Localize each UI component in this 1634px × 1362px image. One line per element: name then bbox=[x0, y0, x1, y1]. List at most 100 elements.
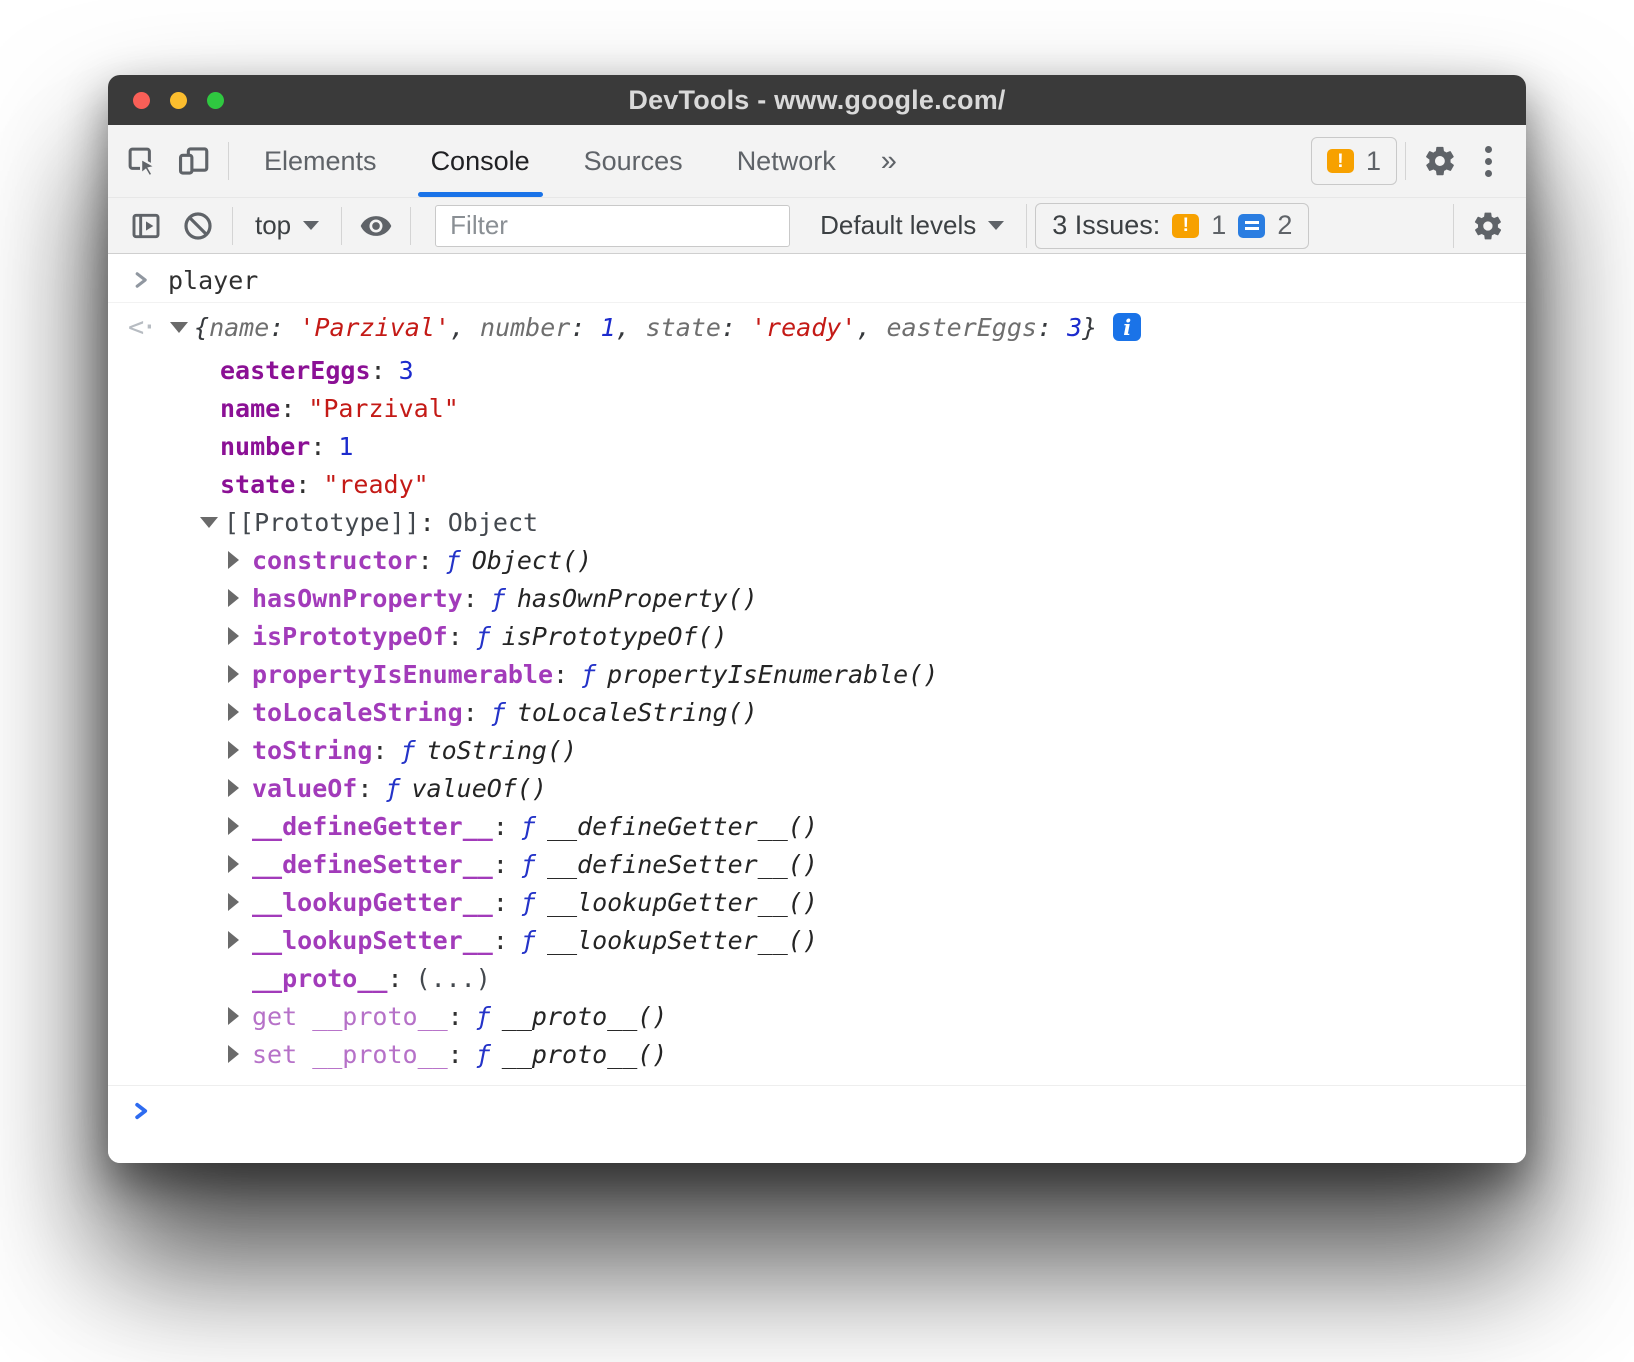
info-count: 2 bbox=[1277, 210, 1292, 241]
tab-sources[interactable]: Sources bbox=[557, 125, 710, 197]
tree-row-constructor[interactable]: constructor:ƒObject() bbox=[108, 541, 1526, 579]
context-selector[interactable]: top bbox=[241, 210, 333, 241]
property-value: hasOwnProperty() bbox=[517, 584, 758, 613]
tree-row-definesetter[interactable]: __defineSetter__:ƒ__defineSetter__() bbox=[108, 845, 1526, 883]
tree-row-get-proto[interactable]: get __proto__:ƒ__proto__() bbox=[108, 997, 1526, 1035]
console-prompt-row[interactable] bbox=[108, 1086, 1526, 1136]
log-levels-selector[interactable]: Default levels bbox=[806, 210, 1018, 241]
property-name: toLocaleString bbox=[252, 698, 463, 727]
colon: : bbox=[493, 926, 508, 955]
console-sidebar-toggle-button[interactable] bbox=[120, 200, 172, 252]
preview-str: 'Parzival' bbox=[299, 313, 450, 342]
warning-bubble-icon: ! bbox=[1172, 214, 1199, 238]
tree-row-lookupsetter[interactable]: __lookupSetter__:ƒ__lookupSetter__() bbox=[108, 921, 1526, 959]
info-icon[interactable]: i bbox=[1113, 313, 1141, 341]
preview-punct: : bbox=[570, 313, 600, 342]
property-value: __proto__() bbox=[502, 1040, 668, 1069]
preview-num: 1 bbox=[600, 313, 615, 342]
expander-right-icon[interactable] bbox=[228, 665, 252, 683]
clear-console-button[interactable] bbox=[172, 200, 224, 252]
gear-icon bbox=[1472, 210, 1504, 242]
tree-row-proto[interactable]: __proto__:(...) bbox=[108, 959, 1526, 997]
expander-right-icon[interactable] bbox=[228, 703, 252, 721]
separator bbox=[232, 207, 233, 245]
tab-console[interactable]: Console bbox=[404, 125, 557, 197]
function-symbol: ƒ bbox=[521, 888, 536, 917]
warning-mark: ! bbox=[1337, 152, 1343, 171]
separator bbox=[228, 142, 229, 180]
tree-row-hasownproperty[interactable]: hasOwnProperty:ƒhasOwnProperty() bbox=[108, 579, 1526, 617]
create-live-expression-button[interactable] bbox=[350, 200, 402, 252]
expander-down-icon[interactable] bbox=[200, 517, 224, 528]
issues-counter-button[interactable]: ! 1 bbox=[1311, 137, 1397, 185]
chevron-down-icon bbox=[303, 221, 319, 230]
console-settings-button[interactable] bbox=[1462, 200, 1514, 252]
tree-row-definegetter[interactable]: __defineGetter__:ƒ__defineGetter__() bbox=[108, 807, 1526, 845]
tree-row-number[interactable]: number:1 bbox=[108, 427, 1526, 465]
expander-right-icon[interactable] bbox=[228, 551, 252, 569]
device-toolbar-button[interactable] bbox=[168, 135, 220, 187]
expander-right-icon[interactable] bbox=[228, 1007, 252, 1025]
console-tree: easterEggs:3name:"Parzival"number:1state… bbox=[108, 351, 1526, 1073]
preview-punct: } bbox=[1082, 313, 1097, 342]
chevron-right-icon bbox=[133, 270, 150, 290]
property-value: Object bbox=[448, 508, 538, 537]
tree-row-lookupgetter[interactable]: __lookupGetter__:ƒ__lookupGetter__() bbox=[108, 883, 1526, 921]
property-value: 1 bbox=[338, 432, 353, 461]
colon: : bbox=[420, 508, 435, 537]
expander-right-icon[interactable] bbox=[228, 893, 252, 911]
inspect-element-button[interactable] bbox=[116, 135, 168, 187]
expander-right-icon[interactable] bbox=[228, 931, 252, 949]
separator bbox=[341, 207, 342, 245]
tree-row-eastereggs[interactable]: easterEggs:3 bbox=[108, 351, 1526, 389]
expander-right-icon[interactable] bbox=[228, 589, 252, 607]
property-name: get __proto__ bbox=[252, 1002, 448, 1031]
console-input-expression: player bbox=[168, 266, 258, 295]
tree-row-isprototypeof[interactable]: isPrototypeOf:ƒisPrototypeOf() bbox=[108, 617, 1526, 655]
chevron-down-icon bbox=[988, 221, 1004, 230]
console-result-row[interactable]: <· {name: 'Parzival', number: 1, state: … bbox=[108, 303, 1526, 351]
tree-row-set-proto[interactable]: set __proto__:ƒ__proto__() bbox=[108, 1035, 1526, 1073]
property-value: 3 bbox=[399, 356, 414, 385]
warning-count: 1 bbox=[1211, 210, 1226, 241]
property-value: toString() bbox=[427, 736, 578, 765]
tab-network[interactable]: Network bbox=[710, 125, 863, 197]
property-name: __lookupSetter__ bbox=[252, 926, 493, 955]
more-options-button[interactable] bbox=[1466, 135, 1510, 187]
tab-elements[interactable]: Elements bbox=[237, 125, 404, 197]
property-value: valueOf() bbox=[411, 774, 546, 803]
tree-row-name[interactable]: name:"Parzival" bbox=[108, 389, 1526, 427]
expander-right-icon[interactable] bbox=[228, 779, 252, 797]
minimize-window-button[interactable] bbox=[170, 92, 187, 109]
property-value: toLocaleString() bbox=[517, 698, 758, 727]
preview-key: easterEggs bbox=[886, 313, 1037, 342]
settings-button[interactable] bbox=[1414, 135, 1466, 187]
property-name: set __proto__ bbox=[252, 1040, 448, 1069]
property-name: constructor bbox=[252, 546, 418, 575]
maximize-window-button[interactable] bbox=[207, 92, 224, 109]
tree-row-tolocalestring[interactable]: toLocaleString:ƒtoLocaleString() bbox=[108, 693, 1526, 731]
tree-row-state[interactable]: state:"ready" bbox=[108, 465, 1526, 503]
tree-row-prototype[interactable]: [[Prototype]]:Object bbox=[108, 503, 1526, 541]
expander-right-icon[interactable] bbox=[228, 817, 252, 835]
issues-summary-button[interactable]: 3 Issues: ! 1 2 bbox=[1035, 203, 1309, 249]
console-history-input-row[interactable]: player bbox=[108, 258, 1526, 303]
phone-icon bbox=[181, 155, 192, 173]
more-tabs-chevron[interactable]: » bbox=[863, 145, 915, 178]
tree-row-valueof[interactable]: valueOf:ƒvalueOf() bbox=[108, 769, 1526, 807]
message-bubble-icon bbox=[1238, 214, 1265, 238]
issues-badge-count: 1 bbox=[1366, 146, 1381, 177]
colon: : bbox=[553, 660, 568, 689]
property-name: state bbox=[220, 470, 295, 499]
expander-right-icon[interactable] bbox=[228, 741, 252, 759]
function-symbol: ƒ bbox=[581, 660, 596, 689]
expander-right-icon[interactable] bbox=[228, 627, 252, 645]
expander-right-icon[interactable] bbox=[228, 1045, 252, 1063]
kebab-dot bbox=[1485, 170, 1492, 177]
tree-row-propertyisenumerable[interactable]: propertyIsEnumerable:ƒpropertyIsEnumerab… bbox=[108, 655, 1526, 693]
tree-row-tostring[interactable]: toString:ƒtoString() bbox=[108, 731, 1526, 769]
filter-input[interactable] bbox=[435, 205, 790, 247]
expander-down-icon[interactable] bbox=[170, 322, 194, 333]
close-window-button[interactable] bbox=[133, 92, 150, 109]
expander-right-icon[interactable] bbox=[228, 855, 252, 873]
